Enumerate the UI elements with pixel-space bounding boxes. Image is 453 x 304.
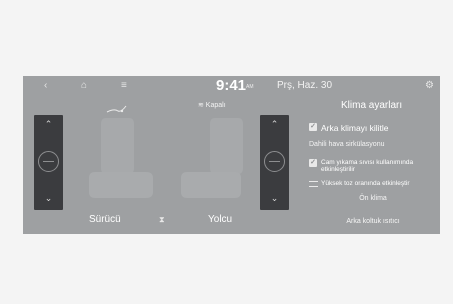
washer-fluid-label-line1: Cam yıkama sıvısı kullanımında (321, 159, 414, 166)
seat-heater-icon[interactable]: ⧗ (159, 215, 165, 225)
menu-icon[interactable]: ≡ (121, 79, 127, 93)
driver-temp-control[interactable]: ⌃ ⌄ (34, 115, 63, 210)
passenger-temp-control[interactable]: ⌃ ⌄ (260, 115, 289, 210)
date-label: Prş, Haz. 30 (277, 80, 333, 91)
dust-icon (309, 181, 318, 187)
washer-fluid-label-line2: etkinleştirilir (321, 166, 355, 173)
rear-climate-lock-label: Arka klimayı kilitle (321, 123, 389, 133)
driver-temp-dial-icon (38, 151, 59, 172)
driver-down-arrow-icon[interactable]: ⌄ (34, 193, 63, 204)
rear-seat-heater-button[interactable]: Arka koltuk ısıtıcı (310, 218, 436, 225)
driver-up-arrow-icon[interactable]: ⌃ (34, 119, 63, 130)
settings-icon[interactable]: ⚙ (425, 79, 434, 93)
passenger-down-arrow-icon[interactable]: ⌄ (260, 193, 289, 204)
rear-climate-lock-checkbox[interactable]: ✓ (309, 123, 317, 131)
home-icon[interactable]: ⌂ (81, 79, 87, 93)
washer-fluid-label: Cam yıkama sıvısı kullanımında etkinleşt… (321, 159, 436, 173)
climate-screen: ‹ ⌂ ≡ 9:41 AM Prş, Haz. 30 ⚙ ≋ Kapalı Kl… (23, 76, 440, 234)
passenger-seat-icon[interactable] (171, 114, 261, 204)
passenger-label: Yolcu (208, 214, 233, 225)
internal-air-section-title: Dahili hava sirkülasyonu (309, 141, 385, 148)
clock-ampm: AM (246, 84, 254, 90)
washer-fluid-checkbox[interactable]: ✓ (309, 159, 317, 167)
status-bar: ‹ ⌂ ≡ 9:41 AM Prş, Haz. 30 ⚙ (23, 76, 440, 96)
settings-title: Klima ayarları (341, 100, 403, 111)
clock-time: 9:41 (216, 77, 247, 94)
front-climate-button[interactable]: Ön klima (310, 195, 436, 202)
driver-seat-icon[interactable] (71, 114, 175, 204)
status-text: ≋ Kapalı (198, 102, 226, 109)
passenger-up-arrow-icon[interactable]: ⌃ (260, 119, 289, 130)
driver-label: Sürücü (89, 214, 121, 225)
passenger-temp-dial-icon (264, 151, 285, 172)
high-dust-label: Yüksek toz oranında etkinleştir (321, 180, 410, 187)
back-icon[interactable]: ‹ (44, 79, 47, 93)
